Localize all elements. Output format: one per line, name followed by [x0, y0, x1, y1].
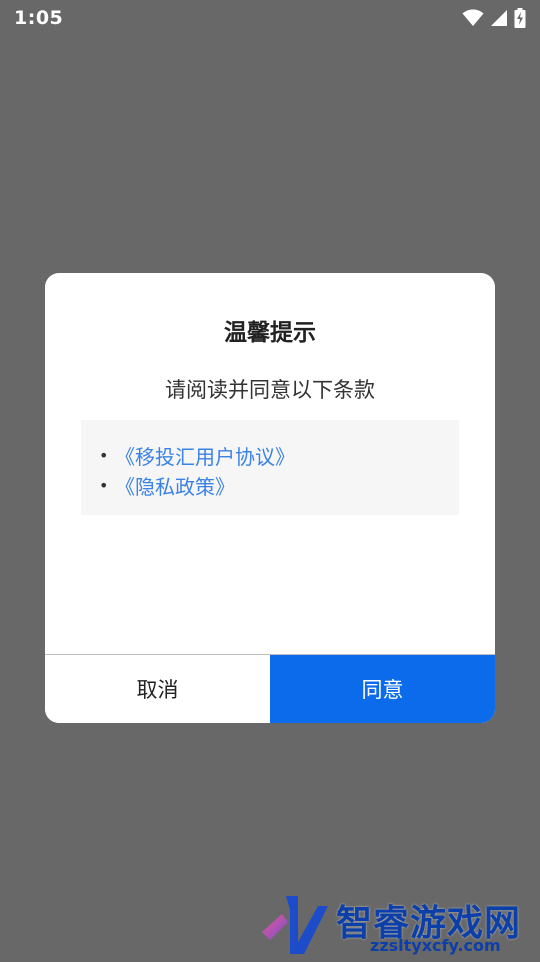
cancel-button[interactable]: 取消	[45, 655, 270, 723]
wifi-icon	[462, 9, 484, 27]
bullet: •	[99, 475, 109, 495]
status-time: 1:05	[14, 7, 64, 29]
dialog-message: 请阅读并同意以下条款	[165, 378, 375, 402]
terms-list: • 《移投汇用户协议》 • 《隐私政策》	[81, 420, 459, 515]
status-bar: 1:05	[0, 0, 540, 36]
site-watermark: 智睿游戏网 zzsltyxcfy.com	[258, 890, 540, 960]
dialog-buttons: 取消 同意	[45, 654, 495, 723]
signal-icon	[490, 9, 508, 27]
terms-item-privacy-policy[interactable]: • 《隐私政策》	[99, 470, 459, 500]
battery-charging-icon	[514, 8, 526, 28]
status-icons	[462, 8, 526, 28]
watermark-url: zzsltyxcfy.com	[370, 936, 501, 955]
terms-dialog: 温馨提示 请阅读并同意以下条款 • 《移投汇用户协议》 • 《隐私政策》 取消 …	[45, 273, 495, 723]
bullet: •	[99, 445, 109, 465]
agree-button[interactable]: 同意	[270, 655, 495, 723]
privacy-policy-link[interactable]: 《隐私政策》	[115, 471, 235, 500]
dialog-title: 温馨提示	[224, 320, 316, 346]
terms-item-user-agreement[interactable]: • 《移投汇用户协议》	[99, 440, 459, 470]
user-agreement-link[interactable]: 《移投汇用户协议》	[115, 441, 295, 470]
watermark-logo-icon	[258, 892, 332, 962]
